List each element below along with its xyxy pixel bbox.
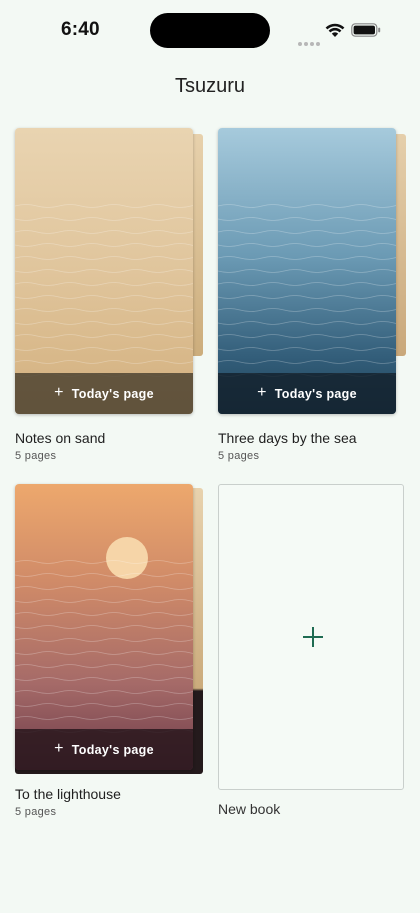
wave-line bbox=[15, 243, 193, 247]
book-cover[interactable]: + Today's page bbox=[218, 128, 396, 414]
book-title[interactable]: Notes on sand bbox=[15, 430, 105, 446]
wave-line bbox=[15, 586, 193, 590]
wave-line bbox=[15, 308, 193, 312]
book-page-count: 5 pages bbox=[218, 450, 260, 462]
wave-line bbox=[15, 690, 193, 694]
wave-line bbox=[218, 269, 396, 273]
wave-line bbox=[15, 664, 193, 668]
new-book-label[interactable]: New book bbox=[218, 801, 280, 817]
wave-line bbox=[218, 334, 396, 338]
book-stack[interactable]: + Today's page bbox=[15, 484, 205, 774]
wave-line bbox=[15, 282, 193, 286]
wave-line bbox=[218, 321, 396, 325]
wave-line bbox=[218, 308, 396, 312]
plus-icon: + bbox=[257, 383, 267, 401]
todays-page-button[interactable]: + Today's page bbox=[15, 373, 193, 414]
book-card[interactable]: + Today's page Notes on sand 5 pages bbox=[15, 128, 205, 462]
book-card[interactable]: + Today's page Three days by the sea 5 p… bbox=[218, 128, 408, 462]
book-card[interactable]: + Today's page To the lighthouse 5 pages bbox=[15, 484, 205, 818]
wave-line bbox=[218, 295, 396, 299]
cellular-signal-icon bbox=[298, 33, 322, 51]
wave-line bbox=[15, 638, 193, 642]
book-stack[interactable]: + Today's page bbox=[218, 128, 408, 418]
wave-line bbox=[218, 204, 396, 208]
todays-page-label: Today's page bbox=[71, 386, 154, 401]
wave-line bbox=[15, 217, 193, 221]
todays-page-label: Today's page bbox=[274, 386, 357, 401]
wave-line bbox=[15, 204, 193, 208]
wave-line bbox=[15, 625, 193, 629]
plus-icon: + bbox=[54, 739, 64, 757]
dynamic-island bbox=[150, 13, 270, 48]
wave-line bbox=[218, 347, 396, 351]
wave-line bbox=[218, 282, 396, 286]
wave-line bbox=[15, 599, 193, 603]
status-bar: 6:40 bbox=[0, 0, 420, 60]
todays-page-button[interactable]: + Today's page bbox=[218, 373, 396, 414]
book-page-count: 5 pages bbox=[15, 806, 57, 818]
app-title: Tsuzuru bbox=[174, 75, 246, 97]
plus-icon: + bbox=[54, 383, 64, 401]
wave-line bbox=[15, 560, 193, 564]
book-cover[interactable]: + Today's page bbox=[15, 128, 193, 414]
wave-line bbox=[15, 677, 193, 681]
book-stack[interactable]: + Today's page bbox=[15, 128, 205, 418]
wave-line bbox=[218, 230, 396, 234]
wave-line bbox=[15, 230, 193, 234]
wave-line bbox=[15, 334, 193, 338]
book-cover[interactable]: + Today's page bbox=[15, 484, 193, 770]
wifi-icon bbox=[325, 23, 345, 37]
wave-line bbox=[218, 243, 396, 247]
wave-line bbox=[218, 360, 396, 364]
wave-line bbox=[218, 217, 396, 221]
wave-line bbox=[15, 347, 193, 351]
wave-line bbox=[15, 716, 193, 720]
wave-line bbox=[15, 256, 193, 260]
wave-line bbox=[15, 295, 193, 299]
status-time: 6:40 bbox=[61, 19, 100, 40]
wave-line bbox=[15, 573, 193, 577]
wave-line bbox=[15, 321, 193, 325]
new-book-button[interactable] bbox=[218, 484, 404, 790]
wave-line bbox=[218, 256, 396, 260]
battery-icon bbox=[351, 23, 381, 37]
plus-icon bbox=[303, 627, 323, 647]
book-title[interactable]: Three days by the sea bbox=[218, 430, 357, 446]
todays-page-label: Today's page bbox=[71, 742, 154, 757]
book-page-count: 5 pages bbox=[15, 450, 57, 462]
book-title[interactable]: To the lighthouse bbox=[15, 786, 121, 802]
wave-line bbox=[15, 269, 193, 273]
wave-line bbox=[15, 360, 193, 364]
todays-page-button[interactable]: + Today's page bbox=[15, 729, 193, 770]
wave-line bbox=[15, 651, 193, 655]
wave-line bbox=[15, 612, 193, 616]
wave-line bbox=[15, 703, 193, 707]
